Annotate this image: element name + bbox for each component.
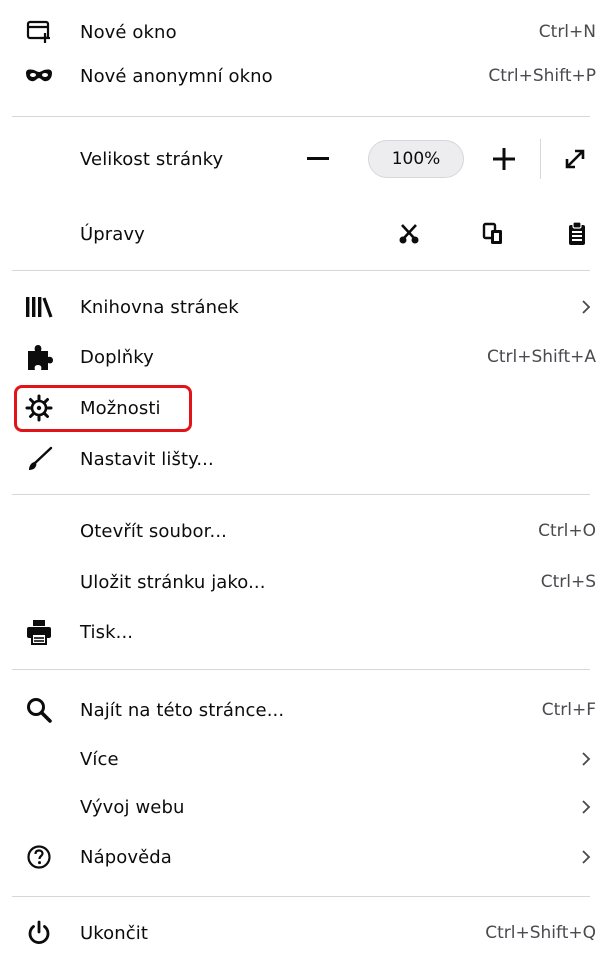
chevron-right-icon <box>578 797 594 817</box>
mask-icon <box>24 61 54 91</box>
menu-item-label: Knihovna stránek <box>80 296 239 318</box>
menu-item-label: Tisk... <box>80 621 134 643</box>
fullscreen-icon[interactable] <box>560 144 590 174</box>
scissors-icon[interactable] <box>394 219 424 249</box>
menu-item-more[interactable]: Více <box>0 737 602 781</box>
separator <box>12 116 590 117</box>
separator <box>12 270 590 271</box>
separator <box>12 494 590 495</box>
chevron-right-icon <box>578 297 594 317</box>
shortcut-text: Ctrl+Shift+A <box>486 347 596 367</box>
chevron-right-icon <box>578 749 594 769</box>
menu-item-label: Úpravy <box>80 223 145 245</box>
menu-item-label: Ukončit <box>80 922 149 944</box>
separator <box>12 896 590 897</box>
menu-item-zoom: Velikost stránky 100% <box>0 137 602 181</box>
printer-icon <box>24 617 54 647</box>
power-icon <box>24 918 54 948</box>
menu-item-label: Vývoj webu <box>80 796 185 818</box>
menu-item-label: Více <box>80 748 119 770</box>
menu-item-library[interactable]: Knihovna stránek <box>0 285 602 329</box>
menu-item-save-page[interactable]: Uložit stránku jako... Ctrl+S <box>0 560 602 604</box>
menu-item-new-window[interactable]: Nové okno Ctrl+N <box>0 10 602 54</box>
menu-item-private-window[interactable]: Nové anonymní okno Ctrl+Shift+P <box>0 54 602 98</box>
menu-item-help[interactable]: Nápověda <box>0 835 602 879</box>
new-window-icon <box>24 17 54 47</box>
menu-item-label: Uložit stránku jako... <box>80 571 266 593</box>
vertical-divider <box>540 139 541 179</box>
paintbrush-icon <box>24 444 54 474</box>
plus-icon[interactable] <box>486 141 522 177</box>
menu-item-web-developer[interactable]: Vývoj webu <box>0 785 602 829</box>
menu-item-label: Nové okno <box>80 21 177 43</box>
help-icon <box>24 842 54 872</box>
shortcut-text: Ctrl+S <box>540 572 596 592</box>
menu-item-edit: Úpravy <box>0 212 602 256</box>
menu-item-customize[interactable]: Nastavit lišty... <box>0 437 602 481</box>
menu-item-quit[interactable]: Ukončit Ctrl+Shift+Q <box>0 911 602 955</box>
menu-item-open-file[interactable]: Otevřít soubor... Ctrl+O <box>0 509 602 553</box>
separator <box>12 669 590 670</box>
menu-item-label: Nové anonymní okno <box>80 65 273 87</box>
menu-item-print[interactable]: Tisk... <box>0 610 602 654</box>
menu-item-label: Najít na této stránce... <box>80 699 285 721</box>
shortcut-text: Ctrl+Shift+Q <box>485 923 596 943</box>
shortcut-text: Ctrl+O <box>538 521 596 541</box>
menu-item-label: Nápověda <box>80 846 172 868</box>
menu-item-label: Otevřít soubor... <box>80 520 227 542</box>
shortcut-text: Ctrl+N <box>538 22 596 42</box>
menu-item-label: Velikost stránky <box>80 148 224 170</box>
shortcut-text: Ctrl+F <box>541 700 596 720</box>
library-icon <box>24 292 54 322</box>
puzzle-icon <box>24 342 54 372</box>
minus-icon[interactable] <box>300 141 336 177</box>
shortcut-text: Ctrl+Shift+P <box>488 66 596 86</box>
menu-item-label: Nastavit lišty... <box>80 448 214 470</box>
highlight-box <box>14 385 192 432</box>
clipboard-icon[interactable] <box>562 219 592 249</box>
menu-item-label: Doplňky <box>80 346 154 368</box>
menu-item-addons[interactable]: Doplňky Ctrl+Shift+A <box>0 335 602 379</box>
copy-icon[interactable] <box>478 219 508 249</box>
app-menu: Nové okno Ctrl+N Nové anonymní okno Ctrl… <box>0 0 602 947</box>
search-icon <box>24 695 54 725</box>
menu-item-find[interactable]: Najít na této stránce... Ctrl+F <box>0 688 602 732</box>
chevron-right-icon <box>578 847 594 867</box>
zoom-reset-button[interactable]: 100% <box>368 140 464 178</box>
